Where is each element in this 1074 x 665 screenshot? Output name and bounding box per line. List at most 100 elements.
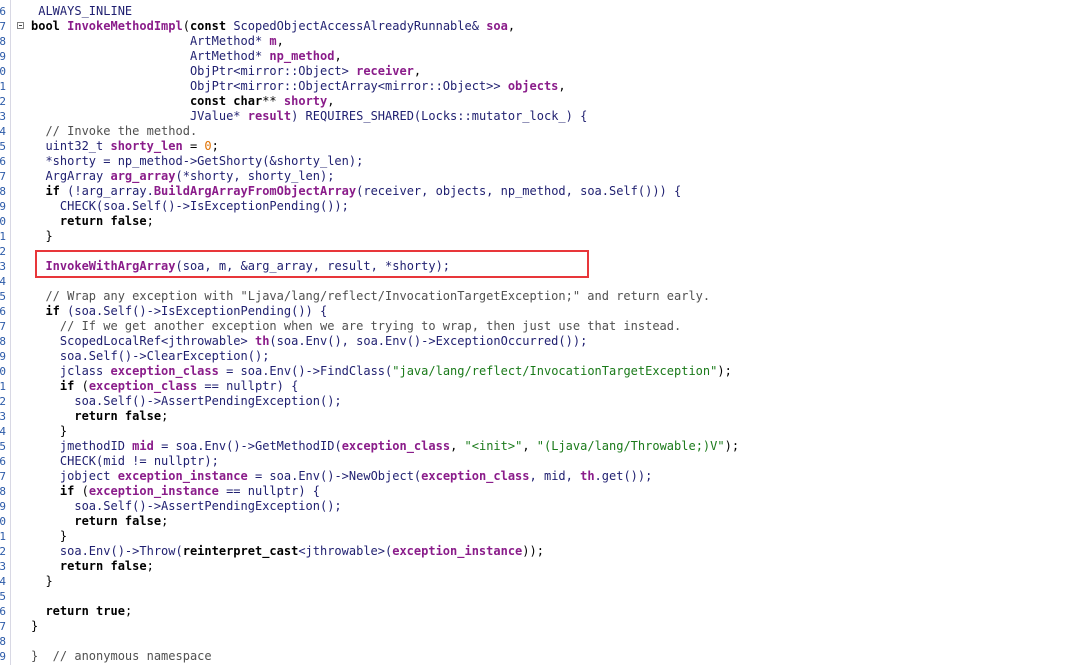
code-line[interactable]: 2 [0,244,1074,259]
code-token: , mid, [529,469,581,483]
line-number: 0 [0,515,6,528]
code-token: <jthrowable>( [298,544,393,558]
code-line[interactable]: 0 return false; [0,514,1074,529]
line-number: 6 [0,305,6,318]
fold-collapse-icon[interactable] [17,22,24,29]
code-token: if [59,379,75,393]
code-token: , [413,64,422,78]
code-token: if [59,484,75,498]
code-line[interactable]: 5 jmethodID mid = soa.Env()->GetMethodID… [0,439,1074,454]
code-text: ScopedLocalRef<jthrowable> th(soa.Env(),… [31,334,587,349]
code-token: } // anonymous namespace [31,649,212,663]
code-token: return false [74,409,162,423]
code-line[interactable]: 3 return false; [0,409,1074,424]
code-token: , [334,49,342,63]
code-line[interactable]: 3 return false; [0,559,1074,574]
code-line[interactable]: 6 CHECK(mid != nullptr); [0,454,1074,469]
code-line[interactable]: 7 ArgArray arg_array(*shorty, shorty_len… [0,169,1074,184]
code-token: uint32_t [31,139,111,153]
code-line[interactable]: 1 } [0,229,1074,244]
code-token: } [31,229,53,243]
code-line[interactable]: 2 const char** shorty, [0,94,1074,109]
code-line[interactable]: 6 return true; [0,604,1074,619]
line-number: 7 [0,320,6,333]
line-number: 8 [0,485,6,498]
code-line[interactable]: 2 soa.Self()->AssertPendingException(); [0,394,1074,409]
code-line[interactable]: 3 JValue* result) REQUIRES_SHARED(Locks:… [0,109,1074,124]
line-number: 5 [0,290,6,303]
code-token: jclass [31,364,111,378]
code-line[interactable]: 9 CHECK(soa.Self()->IsExceptionPending()… [0,199,1074,214]
code-text: jobject exception_instance = soa.Env()->… [31,469,652,484]
code-line[interactable]: 8 if (!arg_array.BuildArgArrayFromObject… [0,184,1074,199]
code-token: *shorty = np_method->GetShorty(&shorty_l… [31,154,364,168]
code-line[interactable]: 1 } [0,529,1074,544]
line-number: 5 [0,140,6,153]
code-line[interactable]: 3 InvokeWithArgArray(soa, m, &arg_array,… [0,259,1074,274]
code-token: exception_class [88,379,198,393]
code-text: // If we get another exception when we a… [31,319,681,334]
code-line[interactable]: 6 ALWAYS_INLINE [0,4,1074,19]
code-text: if (soa.Self()->IsExceptionPending()) { [31,304,327,319]
code-line[interactable]: 9 soa.Self()->ClearException(); [0,349,1074,364]
code-text: return false; [31,409,168,424]
code-line[interactable]: 9 ArtMethod* np_method, [0,49,1074,64]
code-token: // If we get another exception when we a… [31,319,682,333]
code-line[interactable]: 7 bool InvokeMethodImpl(const ScopedObjec… [0,19,1074,34]
code-token: reinterpret_cast [182,544,299,558]
line-number: 7 [0,170,6,183]
code-line[interactable]: 4 // Invoke the method. [0,124,1074,139]
code-token: ArtMethod* [31,49,270,63]
code-line[interactable]: 7 // If we get another exception when we… [0,319,1074,334]
code-line[interactable]: 7 jobject exception_instance = soa.Env()… [0,469,1074,484]
code-text: return false; [31,559,154,574]
code-line[interactable]: 8 ArtMethod* m, [0,34,1074,49]
code-token: exception_class [341,439,451,453]
code-token: ObjPtr<mirror::Object> [31,64,357,78]
code-line[interactable]: 5 uint32_t shorty_len = 0; [0,139,1074,154]
code-line[interactable]: 8 ScopedLocalRef<jthrowable> th(soa.Env(… [0,334,1074,349]
code-token: BuildArgArrayFromObjectArray [153,184,357,198]
code-token: exception_instance [392,544,523,558]
code-line[interactable]: 0 return false; [0,214,1074,229]
line-number: 5 [0,590,6,603]
code-line[interactable]: 5 [0,589,1074,604]
code-text: CHECK(mid != nullptr); [31,454,219,469]
code-line[interactable]: 7} [0,619,1074,634]
code-line[interactable]: 0 ObjPtr<mirror::Object> receiver, [0,64,1074,79]
code-line[interactable]: 9 soa.Self()->AssertPendingException(); [0,499,1074,514]
code-line[interactable]: 9} // anonymous namespace [0,649,1074,664]
code-token: soa.Env()->Throw( [31,544,183,558]
code-line[interactable]: 6 *shorty = np_method->GetShorty(&shorty… [0,154,1074,169]
code-line[interactable]: 4 } [0,574,1074,589]
line-number: 6 [0,605,6,618]
code-token: "java/lang/reflect/InvocationTargetExcep… [392,364,718,378]
code-text: ObjPtr<mirror::Object> receiver, [31,64,421,79]
code-token: == nullptr) { [218,484,321,498]
code-line[interactable]: 5 // Wrap any exception with "Ljava/lang… [0,289,1074,304]
line-number: 4 [0,275,6,288]
code-text: const char** shorty, [31,94,335,109]
code-line[interactable]: 0 jclass exception_class = soa.Env()->Fi… [0,364,1074,379]
code-line[interactable]: 4 [0,274,1074,289]
code-editor[interactable]: 6 ALWAYS_INLINE 7 bool InvokeMethodImpl(co… [0,0,1074,665]
code-line[interactable]: 8 if (exception_instance == nullptr) { [0,484,1074,499]
code-line[interactable]: 1 if (exception_class == nullptr) { [0,379,1074,394]
line-number: 4 [0,425,6,438]
code-token: const char [189,94,263,108]
line-number: 0 [0,365,6,378]
code-text: soa.Self()->AssertPendingException(); [31,394,341,409]
code-line[interactable]: 6 if (soa.Self()->IsExceptionPending()) … [0,304,1074,319]
code-text: } [31,574,52,589]
code-line[interactable]: 4 } [0,424,1074,439]
line-number: 1 [0,530,6,543]
code-token: ) REQUIRES_SHARED(Locks::mutator_lock_) … [291,109,588,123]
code-line[interactable]: 2 soa.Env()->Throw(reinterpret_cast<jthr… [0,544,1074,559]
code-line[interactable]: 1 ObjPtr<mirror::ObjectArray<mirror::Obj… [0,79,1074,94]
code-token: th [580,469,595,483]
line-number: 1 [0,230,6,243]
code-token: ( [182,19,190,33]
code-line[interactable]: 8 [0,634,1074,649]
